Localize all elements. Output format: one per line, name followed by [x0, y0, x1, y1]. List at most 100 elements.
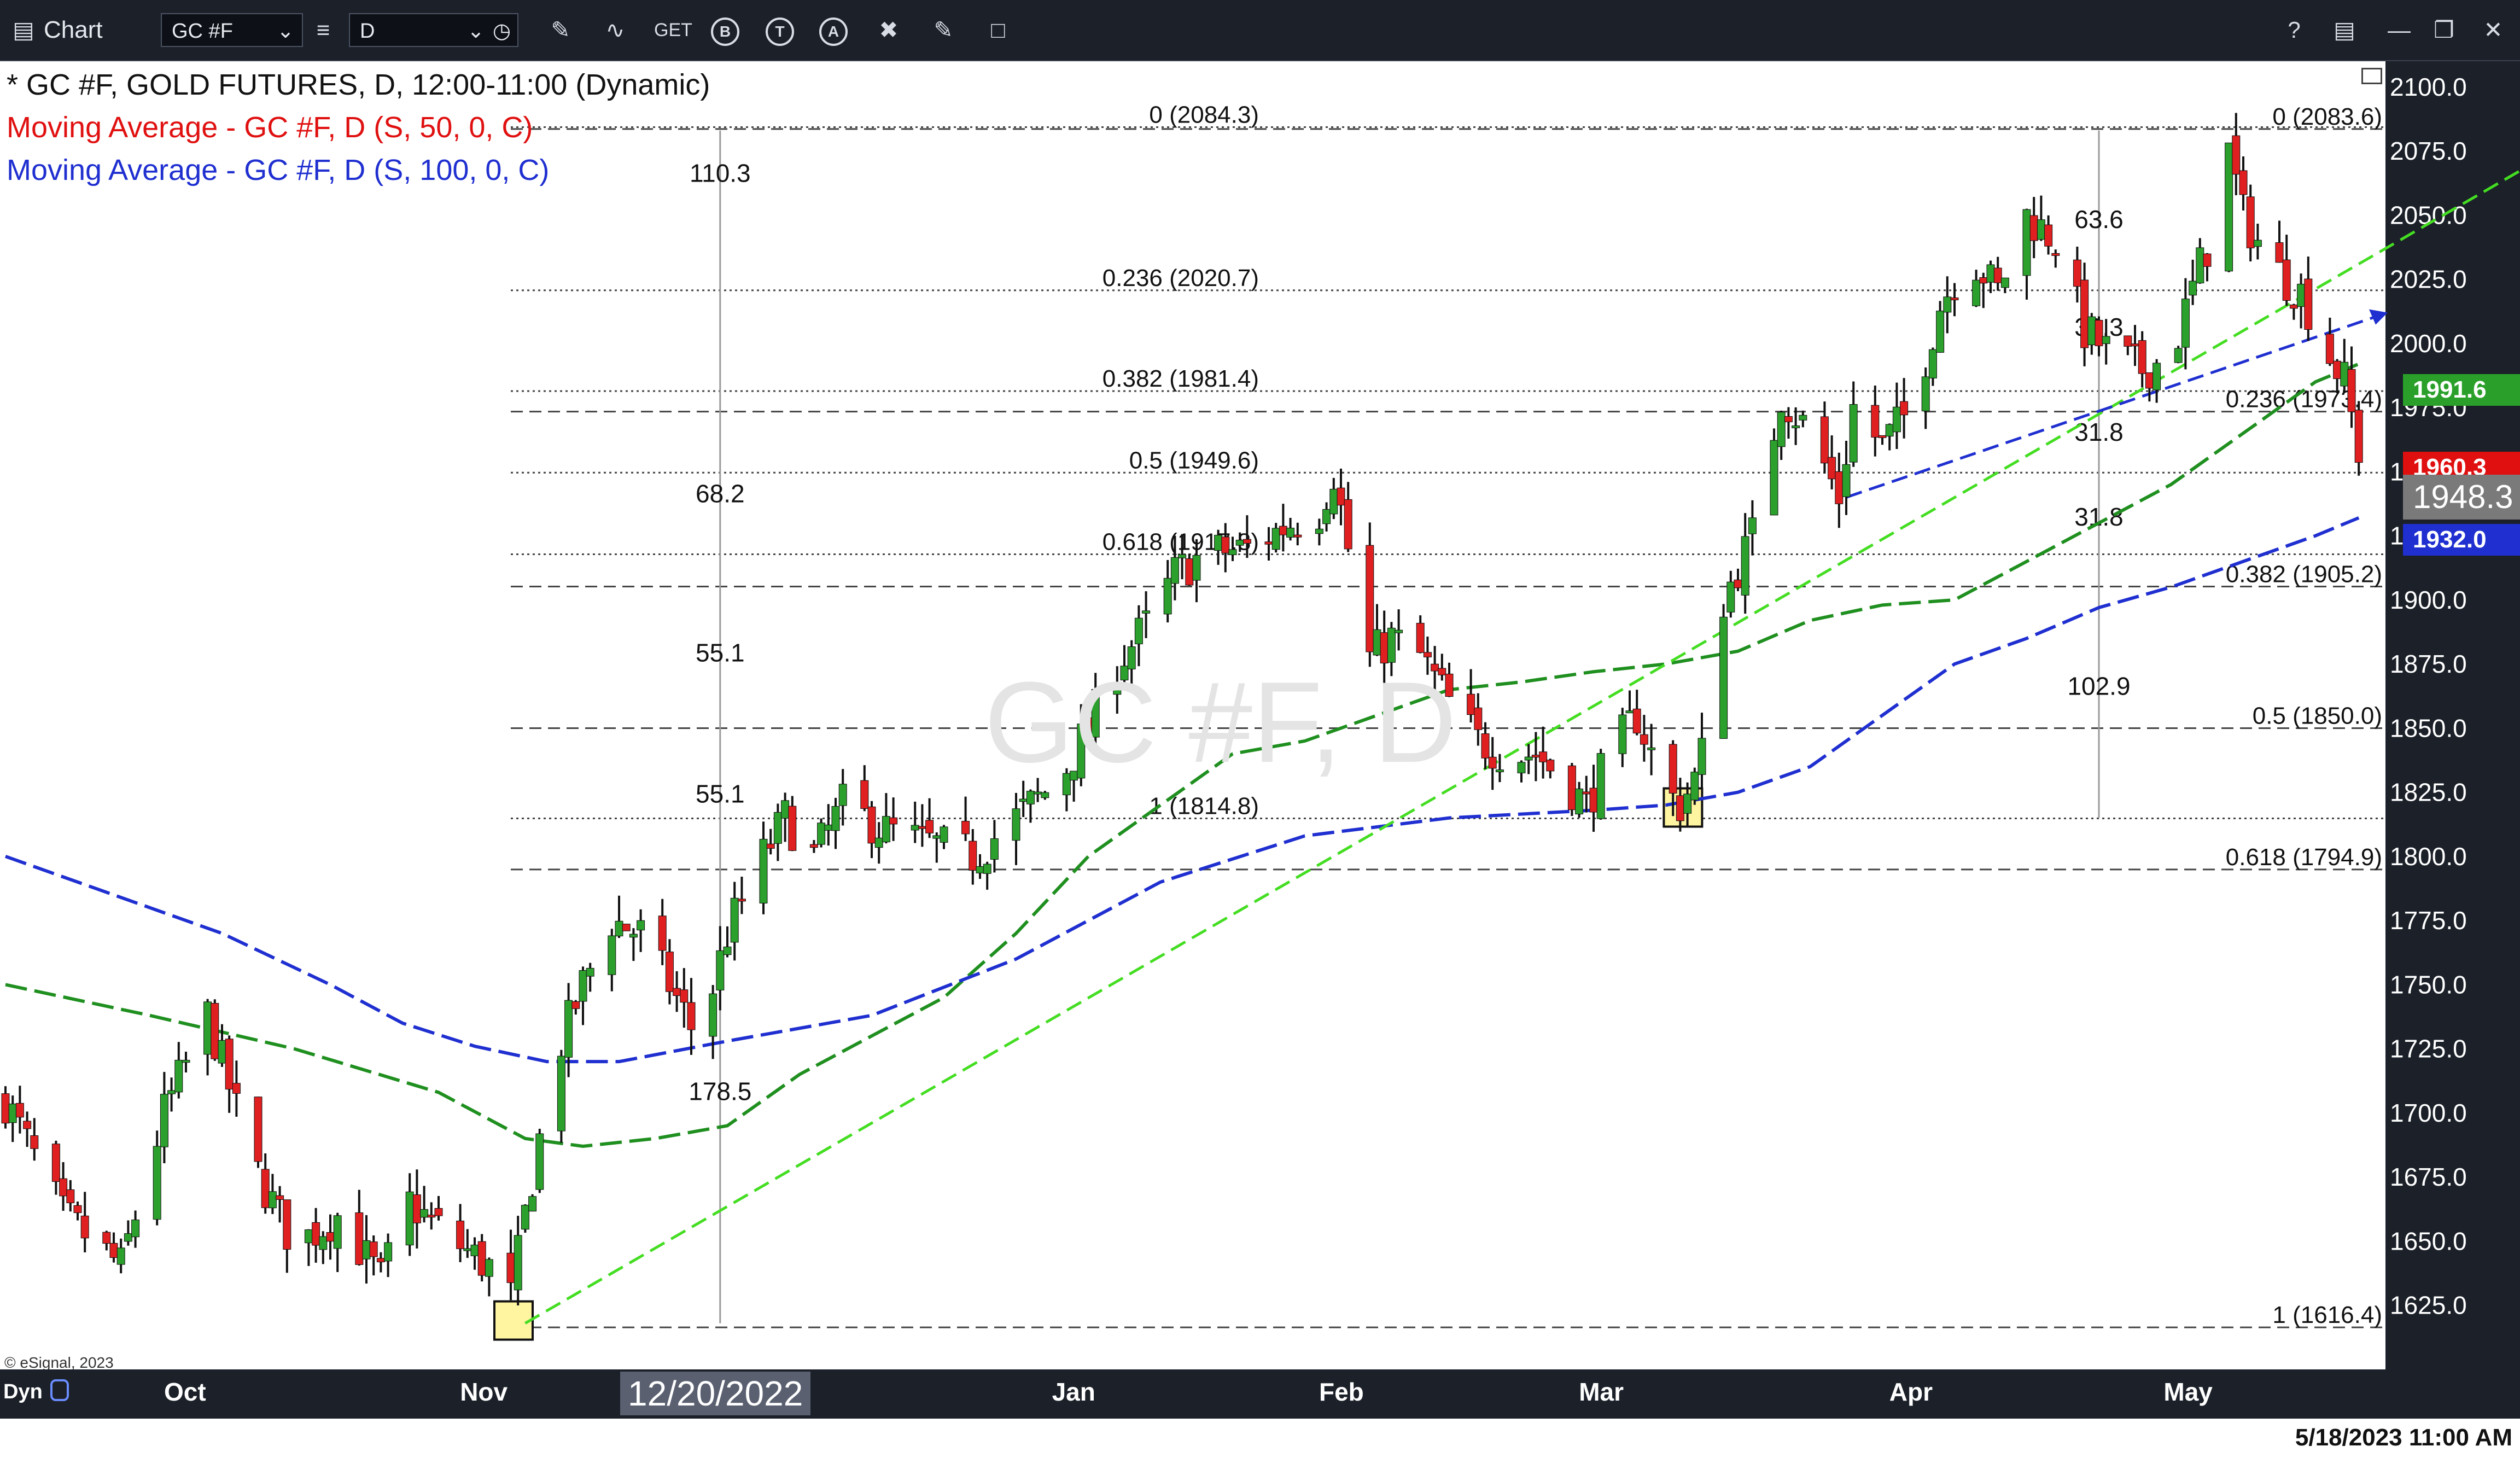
candle-body: [514, 1235, 522, 1291]
x-tick-label: Jan: [1052, 1378, 1095, 1406]
candle-body: [709, 993, 718, 1037]
candle-body: [1279, 526, 1287, 535]
symbol-input[interactable]: GC #F ⌄: [161, 13, 303, 47]
candle-body: [1567, 765, 1576, 810]
candle-body: [2304, 278, 2313, 330]
candle-body: [2203, 253, 2212, 267]
candle-body: [73, 1205, 82, 1214]
buy-icon[interactable]: B: [711, 18, 739, 46]
candle-body: [1366, 545, 1374, 652]
candle-body: [629, 934, 638, 938]
candle-body: [1777, 412, 1786, 447]
candle-body: [80, 1215, 89, 1239]
chevron-down-icon: ⌄: [467, 20, 485, 43]
candle-body: [1264, 541, 1273, 545]
candle-body: [261, 1169, 270, 1208]
candle-body: [2145, 372, 2154, 389]
x-axis[interactable]: [0, 1369, 2520, 1419]
lock-icon[interactable]: [50, 1379, 69, 1401]
candle-body: [66, 1189, 75, 1204]
fib-label: 0 (2083.6): [2272, 103, 2382, 130]
candle-body: [1178, 554, 1187, 558]
candle-body: [1878, 435, 1887, 438]
candle-body: [1041, 792, 1049, 798]
candle-body: [1546, 760, 1555, 772]
fib-label: 0.382 (1981.4): [1102, 365, 1259, 392]
measure-label: 31.8: [2074, 503, 2124, 531]
candle-body: [1286, 528, 1295, 538]
edit-icon[interactable]: ✎: [928, 14, 959, 46]
y-tick-label: 2100.0: [2390, 73, 2467, 101]
interval-input[interactable]: D ⌄ ◷: [349, 13, 518, 47]
candle-body: [608, 935, 616, 975]
candle-body: [276, 1195, 284, 1200]
legend-title: * GC #F, GOLD FUTURES, D, 12:00-11:00 (D…: [7, 68, 710, 101]
y-tick-label: 1750.0: [2390, 970, 2467, 999]
candle-body: [730, 897, 739, 943]
candle-body: [1271, 528, 1280, 550]
candle-body: [355, 1212, 364, 1265]
candle-body: [716, 950, 725, 990]
candle-body: [477, 1241, 486, 1276]
panel-restore-icon[interactable]: [2361, 68, 2382, 84]
candle-body: [254, 1097, 262, 1162]
menu-icon[interactable]: ≡: [307, 14, 339, 46]
candle-body: [557, 1055, 565, 1132]
candle-body: [182, 1060, 190, 1063]
candle-body: [405, 1191, 414, 1246]
candle-body: [2051, 253, 2060, 256]
study-icon[interactable]: ∿: [599, 14, 631, 46]
y-tick-label: 1700.0: [2390, 1099, 2467, 1127]
candle-body: [1669, 744, 1677, 794]
trade-icon[interactable]: T: [766, 18, 794, 46]
candle-body: [723, 946, 732, 955]
restore-icon[interactable]: ❐: [2428, 14, 2460, 46]
candle-body: [167, 1090, 176, 1094]
candle-body: [1647, 747, 1656, 750]
minimize-icon[interactable]: —: [2383, 14, 2415, 46]
close-icon[interactable]: ✕: [2477, 14, 2509, 46]
candle-body: [51, 1144, 60, 1182]
candle-body: [174, 1059, 183, 1093]
candle-body: [420, 1209, 429, 1218]
candle-body: [283, 1199, 291, 1250]
candle-body: [1640, 734, 1648, 745]
comment-icon[interactable]: □: [982, 14, 1014, 46]
candle-body: [1019, 798, 1028, 802]
candle-body: [961, 821, 970, 835]
alert-icon[interactable]: A: [819, 18, 848, 46]
get-button[interactable]: GET: [654, 14, 692, 46]
candle-body: [225, 1039, 234, 1090]
candle-body: [2000, 277, 2009, 288]
candle-body: [2037, 219, 2045, 240]
price-box-ma50: 1991.6: [2403, 374, 2520, 406]
candle-body: [1416, 622, 1425, 653]
candle-body: [622, 924, 631, 931]
tools-icon[interactable]: ✖: [873, 14, 905, 46]
fib-label: 0 (2084.3): [1149, 102, 1259, 129]
candle-body: [838, 784, 847, 806]
draw-pencil-icon[interactable]: ✎: [545, 14, 576, 46]
candle-body: [990, 838, 999, 860]
candle-body: [1828, 457, 1836, 480]
candle-body: [687, 1002, 696, 1030]
candle-body: [521, 1205, 529, 1230]
candle-body: [1993, 267, 2002, 283]
candle-body: [940, 826, 948, 843]
candle-body: [131, 1220, 140, 1238]
candle-body: [1690, 772, 1699, 801]
candle-body: [1185, 558, 1194, 586]
page-icon[interactable]: ▤: [2329, 14, 2360, 46]
candle-body: [1575, 788, 1584, 815]
candle-body: [1625, 710, 1634, 714]
candle-body: [369, 1241, 378, 1257]
candle-body: [2289, 304, 2298, 309]
help-icon[interactable]: ?: [2278, 14, 2310, 46]
candle-body: [218, 1040, 226, 1064]
candle-body: [2354, 410, 2363, 463]
dynamic-label: Dyn: [3, 1380, 43, 1403]
candle-body: [1986, 264, 1995, 283]
candle-body: [1683, 794, 1692, 814]
chevron-down-icon: ⌄: [277, 20, 294, 43]
chart-icon[interactable]: ▤: [8, 14, 39, 46]
